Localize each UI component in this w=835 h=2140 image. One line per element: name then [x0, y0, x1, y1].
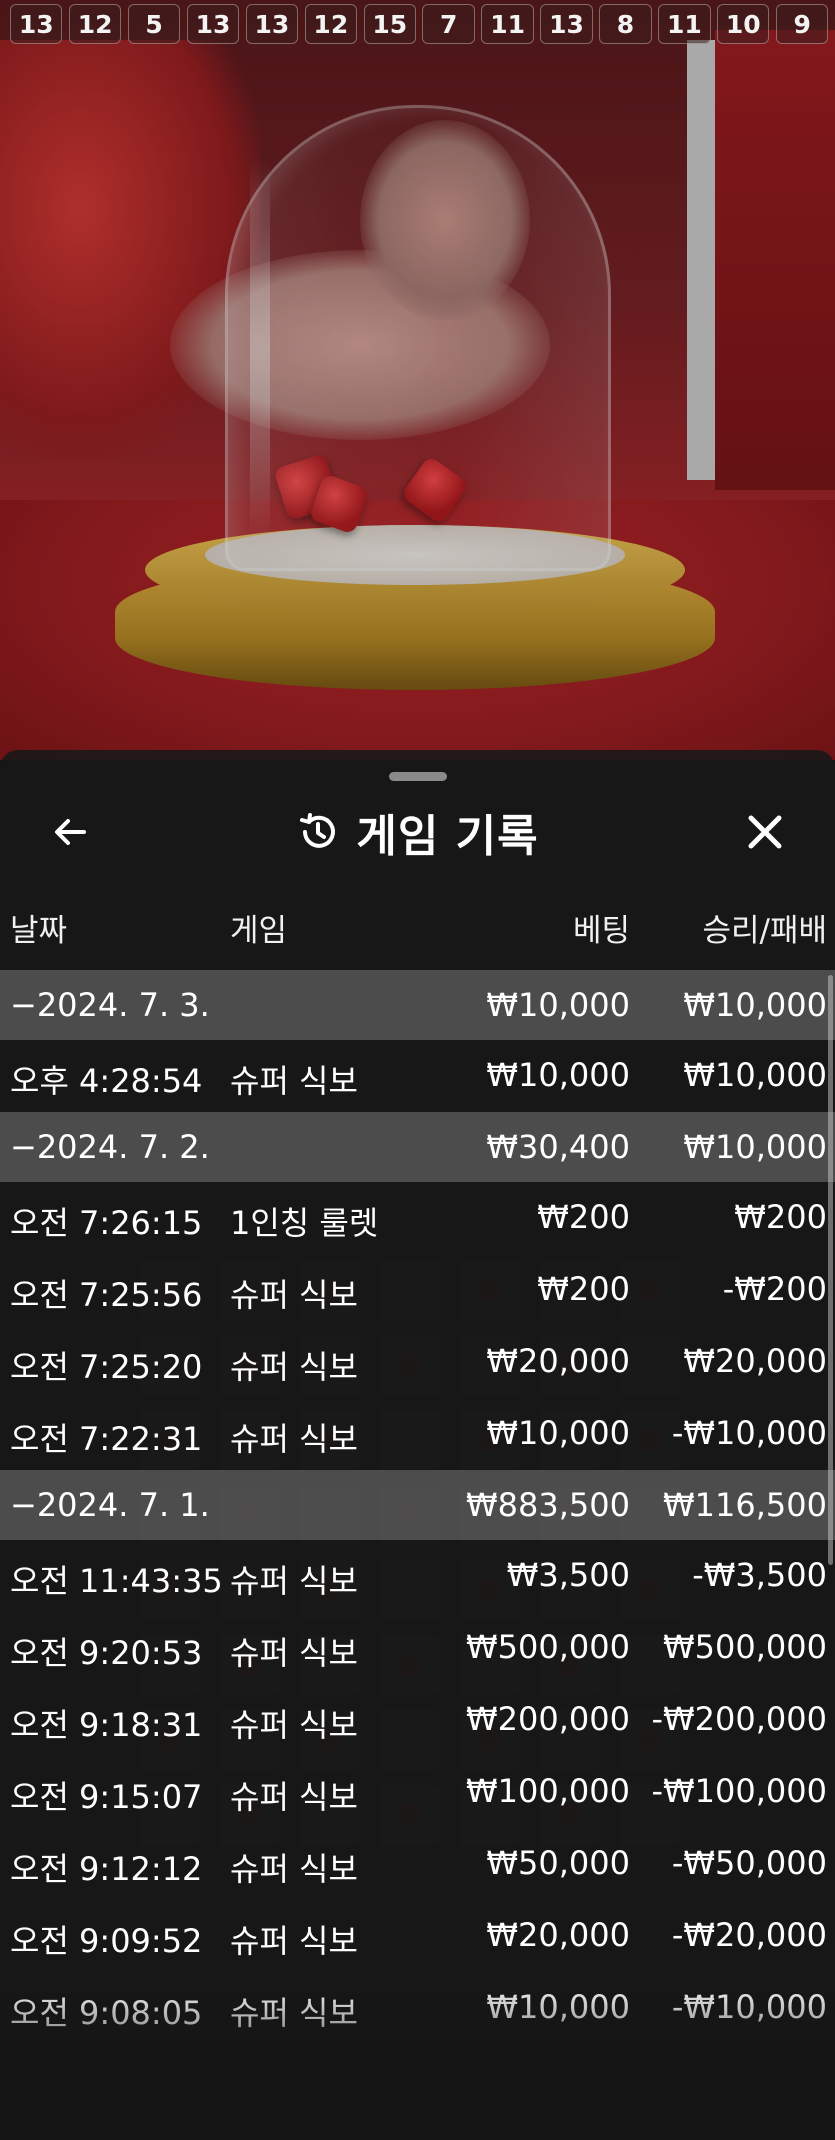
history-result-cell: 8 [599, 4, 652, 44]
history-result-cell: 13 [10, 4, 63, 44]
video-dim-overlay [0, 0, 835, 760]
col-bet: 베팅 [572, 913, 630, 949]
history-result-cell: 11 [481, 4, 534, 44]
row-game: 슈퍼 식보 [230, 1348, 358, 1386]
row-date: 오전 9:15:07 [10, 1778, 203, 1816]
history-result-cell: 11 [658, 4, 711, 44]
history-row[interactable]: 오전 9:18:31 슈퍼 식보 ₩200,000 -₩200,000 [0, 1684, 835, 1756]
row-date: 오전 11:43:35 [10, 1562, 223, 1600]
row-win-loss: ₩200 [734, 1198, 827, 1236]
history-result-cell: 5 [127, 4, 181, 44]
row-game: 슈퍼 식보 [230, 1276, 358, 1314]
history-result-cell: 9 [775, 4, 829, 44]
row-date: −2024. 7. 2. [10, 1128, 210, 1166]
row-win-loss: -₩200 [722, 1270, 827, 1308]
table-header: 날짜 게임 베팅 승리/패배 [0, 905, 835, 955]
history-result-cell: 12 [68, 4, 122, 44]
col-game: 게임 [230, 913, 288, 949]
history-result-cell: 12 [304, 4, 358, 44]
history-row[interactable]: 오전 7:25:56 슈퍼 식보 ₩200 -₩200 [0, 1254, 835, 1326]
row-date: 오전 9:20:53 [10, 1634, 203, 1672]
date-group-row[interactable]: −2024. 7. 1. ₩883,500 ₩116,500 [0, 1470, 835, 1540]
row-win-loss: ₩10,000 [683, 1128, 827, 1166]
history-result-cell: 13 [245, 4, 299, 44]
row-game: 슈퍼 식보 [230, 1778, 358, 1816]
history-row[interactable]: 오후 4:28:54 슈퍼 식보 ₩10,000 ₩10,000 [0, 1040, 835, 1112]
row-win-loss: -₩100,000 [651, 1772, 827, 1810]
row-date: 오전 7:25:20 [10, 1348, 203, 1386]
history-row[interactable]: 오전 9:15:07 슈퍼 식보 ₩100,000 -₩100,000 [0, 1756, 835, 1828]
history-row[interactable]: 오전 7:25:20 슈퍼 식보 ₩20,000 ₩20,000 [0, 1326, 835, 1398]
row-game: 슈퍼 식보 [230, 1420, 358, 1458]
row-date: 오전 7:22:31 [10, 1420, 203, 1458]
row-win-loss: ₩116,500 [663, 1486, 827, 1524]
history-icon [300, 813, 336, 848]
row-bet: ₩20,000 [486, 1916, 630, 1954]
row-win-loss: ₩500,000 [663, 1628, 827, 1666]
row-bet: ₩100,000 [466, 1772, 630, 1810]
row-bet: ₩20,000 [486, 1342, 630, 1380]
row-bet: ₩10,000 [486, 1056, 630, 1094]
row-win-loss: ₩10,000 [683, 1056, 827, 1094]
history-result-cell: 13 [540, 4, 593, 44]
row-win-loss: ₩10,000 [683, 986, 827, 1024]
history-result-cell: 15 [363, 4, 416, 44]
row-game: 슈퍼 식보 [230, 1850, 358, 1888]
row-game: 1인칭 룰렛 [230, 1204, 379, 1242]
bottom-fade [0, 1980, 835, 2140]
live-video-background [0, 0, 835, 760]
history-row[interactable]: 오전 9:09:52 슈퍼 식보 ₩20,000 -₩20,000 [0, 1900, 835, 1972]
row-win-loss: -₩10,000 [671, 1414, 827, 1452]
history-result-cell: 7 [422, 4, 475, 44]
row-game: 슈퍼 식보 [230, 1562, 358, 1600]
row-bet: ₩50,000 [486, 1844, 630, 1882]
date-group-row[interactable]: −2024. 7. 3. ₩10,000 ₩10,000 [0, 970, 835, 1040]
row-date: 오전 9:12:12 [10, 1850, 203, 1888]
result-history-strip: 13 12 5 13 13 12 15 7 11 13 8 11 10 9 [0, 4, 835, 48]
row-bet: ₩3,500 [506, 1556, 630, 1594]
row-bet: ₩200 [537, 1198, 630, 1236]
row-win-loss: -₩3,500 [692, 1556, 827, 1594]
close-icon [748, 815, 782, 849]
row-win-loss: ₩20,000 [683, 1342, 827, 1380]
history-row[interactable]: 오전 7:22:31 슈퍼 식보 ₩10,000 -₩10,000 [0, 1398, 835, 1470]
row-date: 오후 4:28:54 [10, 1062, 203, 1100]
row-game: 슈퍼 식보 [230, 1634, 358, 1672]
sheet-title: 게임 기록 [356, 811, 539, 862]
row-win-loss: -₩20,000 [671, 1916, 827, 1954]
row-date: 오전 7:25:56 [10, 1276, 203, 1314]
row-date: 오전 7:26:15 [10, 1204, 203, 1242]
row-game: 슈퍼 식보 [230, 1706, 358, 1744]
row-win-loss: -₩50,000 [671, 1844, 827, 1882]
history-row[interactable]: 오전 11:43:35 슈퍼 식보 ₩3,500 -₩3,500 [0, 1540, 835, 1612]
row-bet: ₩10,000 [486, 1414, 630, 1452]
col-date: 날짜 [10, 913, 68, 949]
history-table: −2024. 7. 3. ₩10,000 ₩10,000 오후 4:28:54 슈퍼 식… [0, 970, 835, 2044]
row-date: 오전 9:09:52 [10, 1922, 203, 1960]
history-row[interactable]: 오전 9:12:12 슈퍼 식보 ₩50,000 -₩50,000 [0, 1828, 835, 1900]
row-bet: ₩200,000 [466, 1700, 630, 1738]
history-result-cell: 13 [186, 4, 240, 44]
date-group-row[interactable]: −2024. 7. 2. ₩30,400 ₩10,000 [0, 1112, 835, 1182]
sheet-drag-handle[interactable] [389, 772, 447, 781]
history-row[interactable]: 오전 9:20:53 슈퍼 식보 ₩500,000 ₩500,000 [0, 1612, 835, 1684]
row-bet: ₩500,000 [466, 1628, 630, 1666]
row-date: −2024. 7. 1. [10, 1486, 210, 1524]
row-date: −2024. 7. 3. [10, 986, 210, 1024]
sheet-title-group: 게임 기록 [0, 804, 835, 862]
row-game: 슈퍼 식보 [230, 1922, 358, 1960]
row-date: 오전 9:18:31 [10, 1706, 203, 1744]
scrollbar[interactable] [828, 975, 833, 1565]
col-win-loss: 승리/패배 [702, 913, 827, 949]
row-bet: ₩30,400 [486, 1128, 630, 1166]
close-button[interactable] [735, 802, 795, 862]
history-row[interactable]: 오전 7:26:15 1인칭 룰렛 ₩200 ₩200 [0, 1182, 835, 1254]
row-win-loss: -₩200,000 [651, 1700, 827, 1738]
row-bet: ₩883,500 [466, 1486, 630, 1524]
sheet-header: 게임 기록 [0, 790, 835, 870]
row-bet: ₩200 [537, 1270, 630, 1308]
row-game: 슈퍼 식보 [230, 1062, 358, 1100]
row-bet: ₩10,000 [486, 986, 630, 1024]
history-result-cell: 10 [717, 4, 770, 44]
